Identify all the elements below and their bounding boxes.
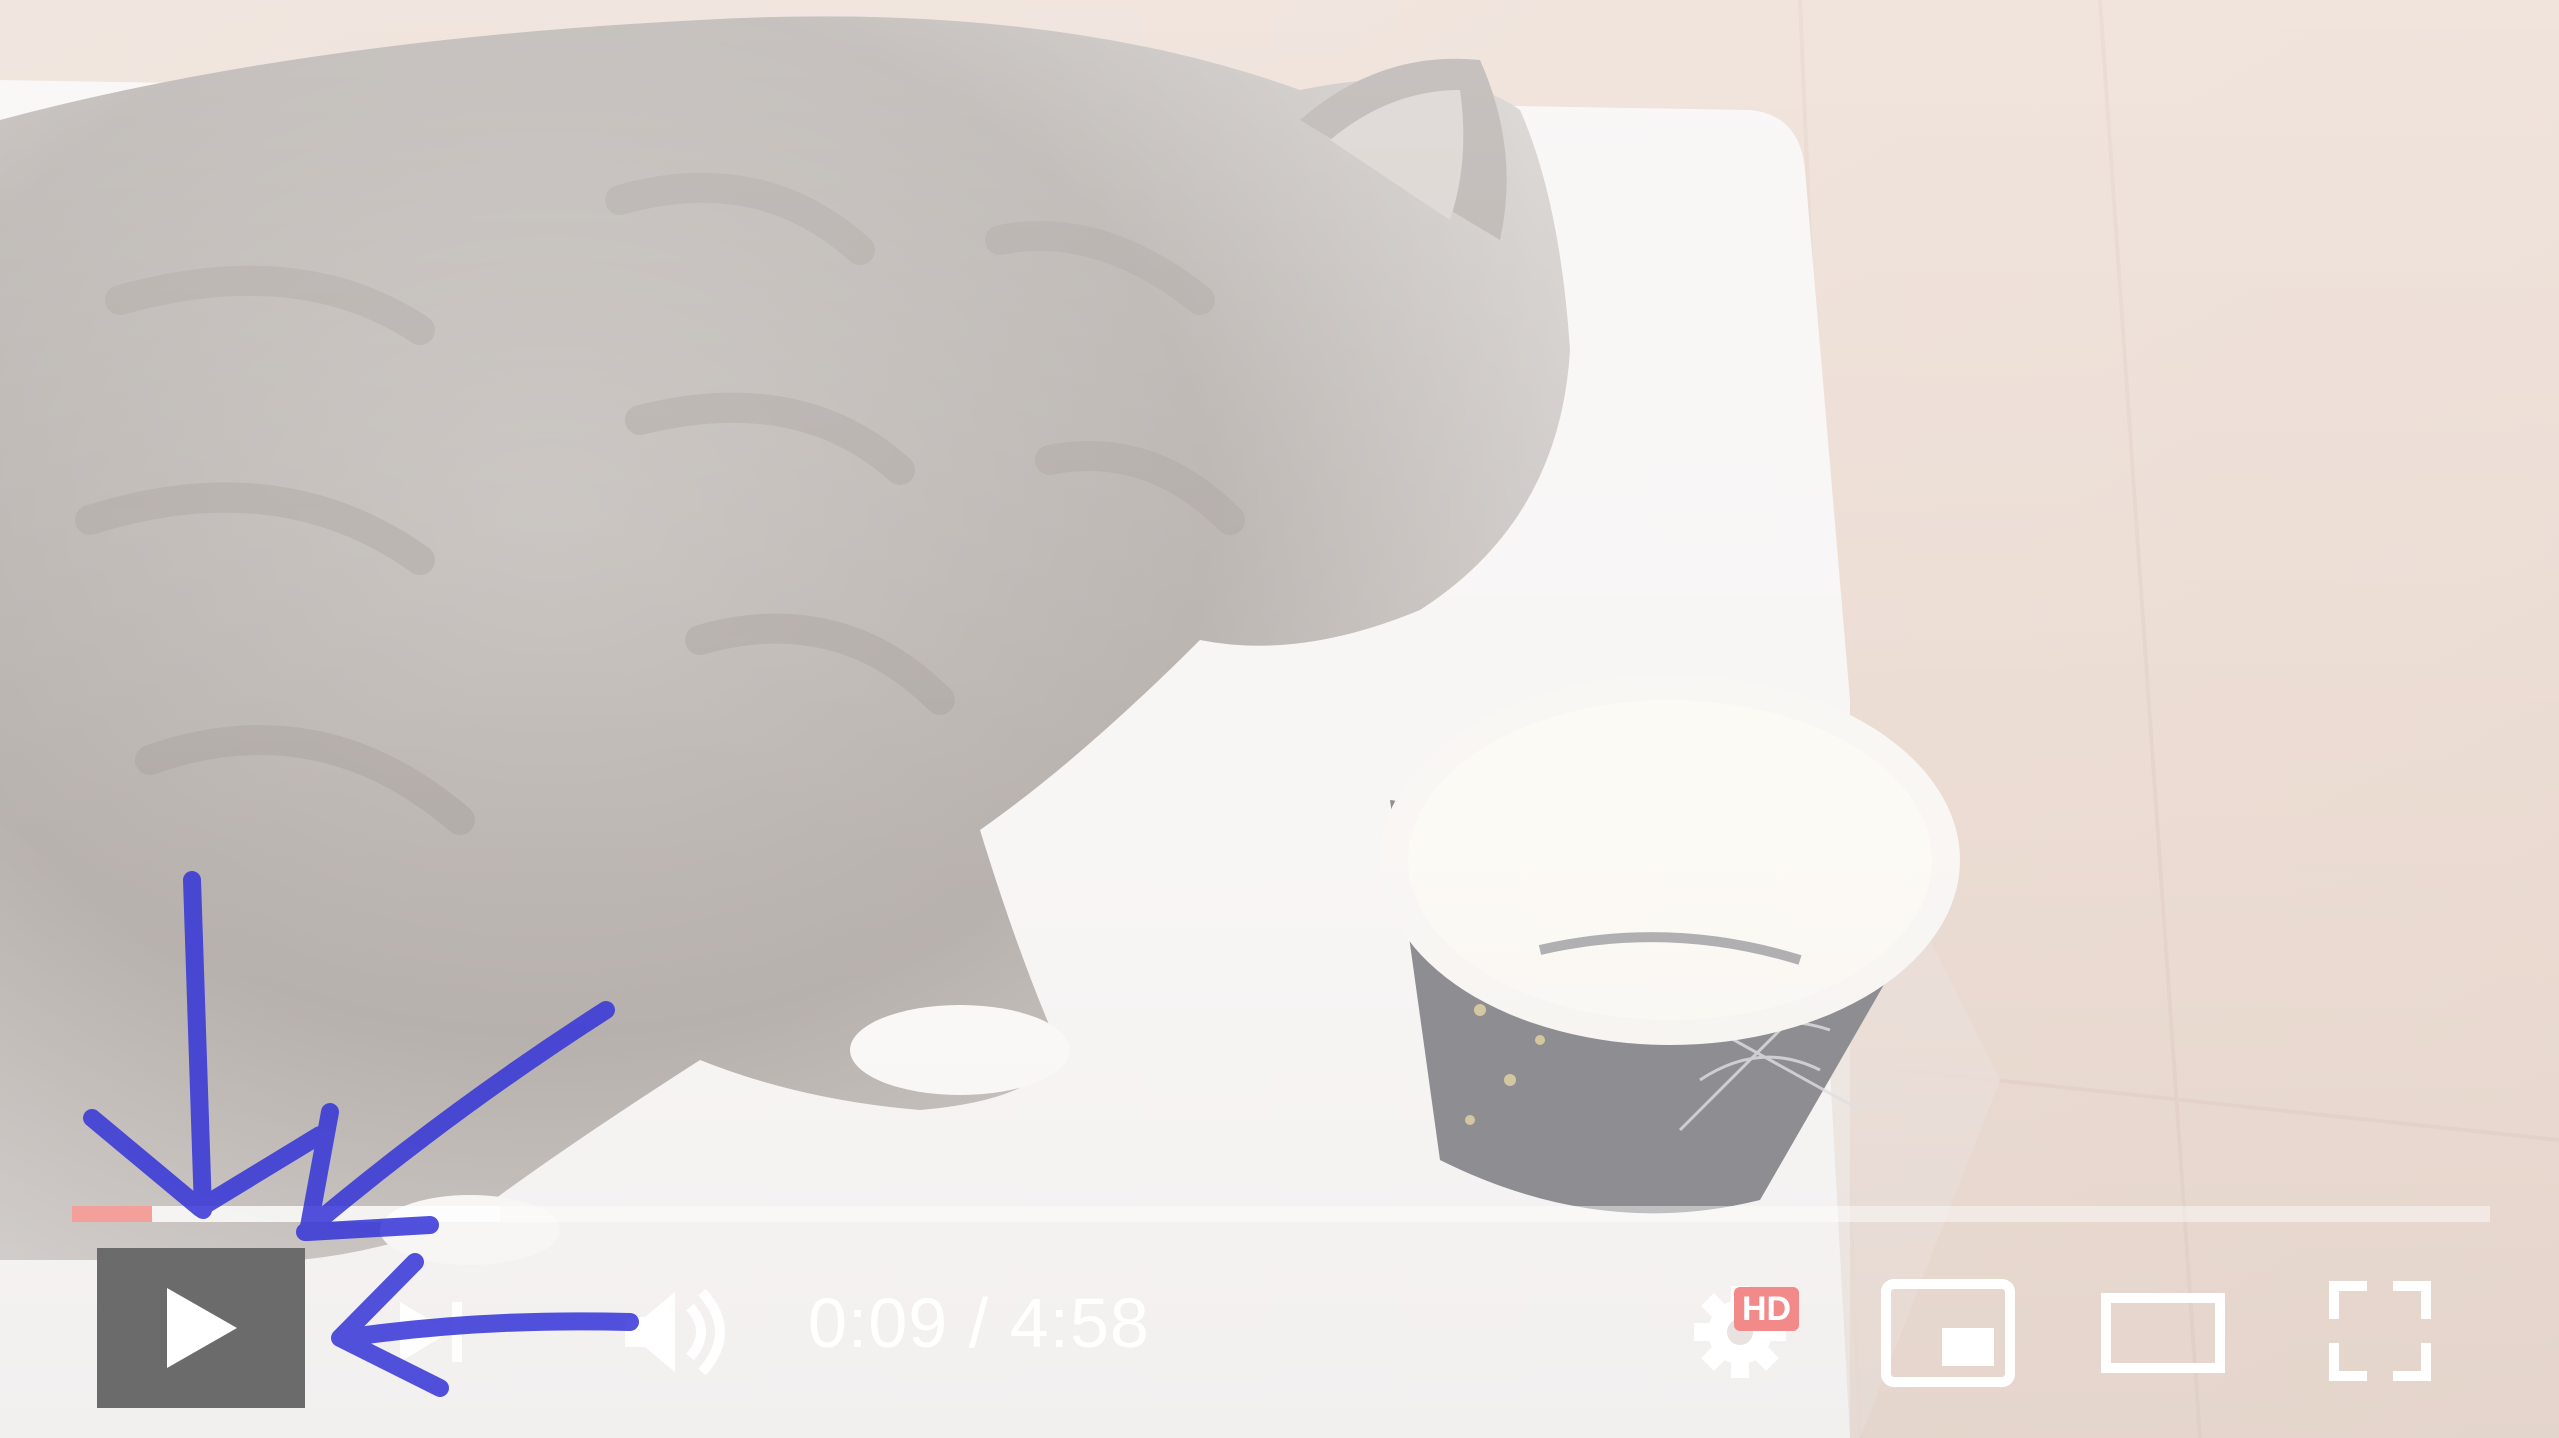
video-player[interactable]: 0:09 / 4:58 HD [0,0,2559,1438]
theater-mode-button[interactable] [2100,1278,2226,1388]
duration: 4:58 [1009,1284,1150,1362]
volume-icon [625,1288,725,1376]
fullscreen-icon [2329,1281,2431,1381]
next-button[interactable] [360,1262,500,1402]
miniplayer-icon [1881,1279,2015,1387]
progress-bar[interactable] [72,1206,2490,1222]
miniplayer-button[interactable] [1880,1278,2016,1388]
next-icon [400,1302,462,1362]
time-separator: / [968,1284,990,1362]
theater-mode-icon [2101,1293,2225,1373]
fullscreen-button[interactable] [2326,1276,2434,1386]
controls-scrim [0,0,2559,1438]
hd-badge: HD [1734,1287,1800,1331]
play-icon [167,1288,237,1368]
volume-button[interactable] [590,1262,740,1402]
progress-played [72,1206,152,1222]
play-button[interactable] [97,1248,305,1408]
current-time: 0:09 [808,1284,949,1362]
time-display: 0:09 / 4:58 [808,1283,1150,1373]
